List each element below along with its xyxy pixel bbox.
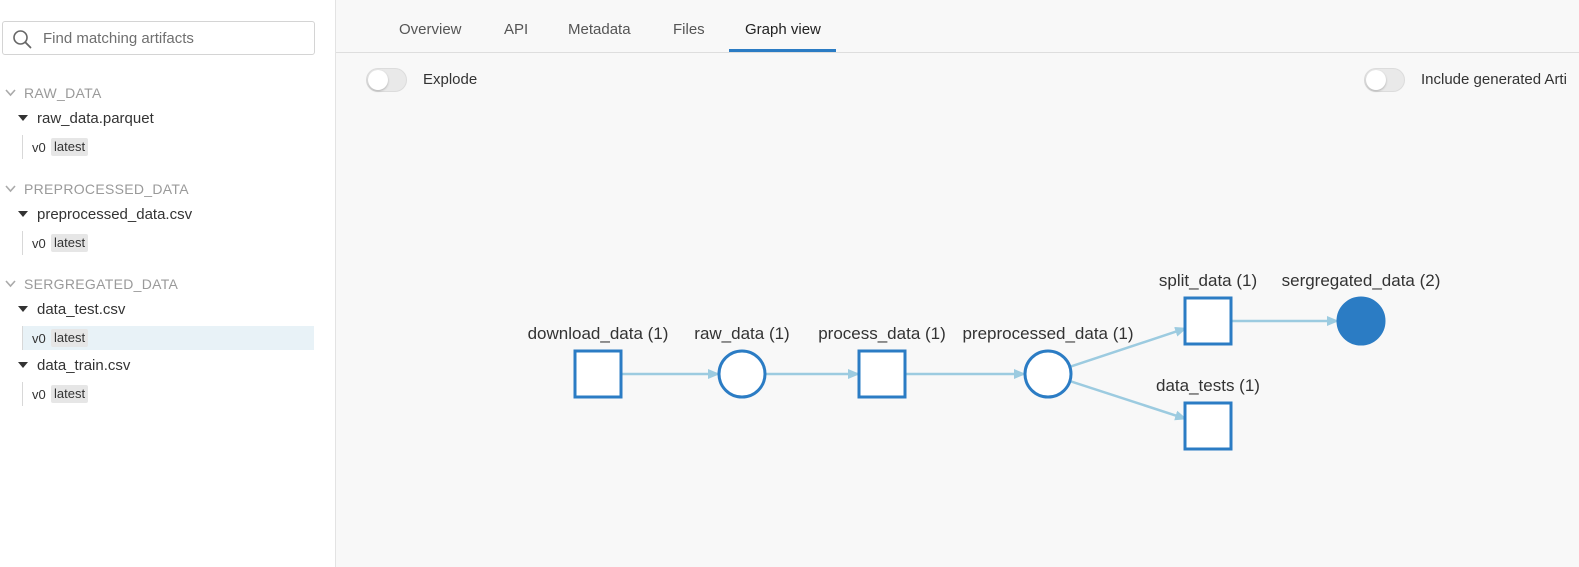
run-node-square[interactable] xyxy=(857,349,907,399)
run-node-square[interactable] xyxy=(1183,296,1233,346)
artifact-node-circle[interactable] xyxy=(1023,349,1073,399)
graph-nodes: download_data (1) raw_data (1) process_dat… xyxy=(528,271,1441,451)
artifact-node-circle[interactable] xyxy=(1336,296,1386,346)
run-node-square[interactable] xyxy=(573,349,623,399)
graph-node-preprocessed_data[interactable]: preprocessed_data (1) xyxy=(962,324,1134,399)
artifact-node-circle[interactable] xyxy=(717,349,767,399)
graph-node-label: sergregated_data (2) xyxy=(1282,271,1441,290)
graph-node-download_data[interactable]: download_data (1) xyxy=(528,324,669,399)
graph-node-raw_data[interactable]: raw_data (1) xyxy=(694,324,790,399)
graph-node-label: download_data (1) xyxy=(528,324,669,343)
graph-node-sergregated_data[interactable]: sergregated_data (2) xyxy=(1282,271,1441,346)
graph-node-data_tests[interactable]: data_tests (1) xyxy=(1156,376,1260,451)
graph-node-label: data_tests (1) xyxy=(1156,376,1260,395)
run-node-square[interactable] xyxy=(1183,401,1233,451)
graph-node-label: preprocessed_data (1) xyxy=(962,324,1133,343)
graph-node-label: split_data (1) xyxy=(1159,271,1257,290)
graph-node-label: raw_data (1) xyxy=(694,324,789,343)
graph-node-label: process_data (1) xyxy=(818,324,946,343)
graph-node-process_data[interactable]: process_data (1) xyxy=(818,324,946,399)
lineage-graph: download_data (1) raw_data (1) process_dat… xyxy=(528,271,1441,451)
